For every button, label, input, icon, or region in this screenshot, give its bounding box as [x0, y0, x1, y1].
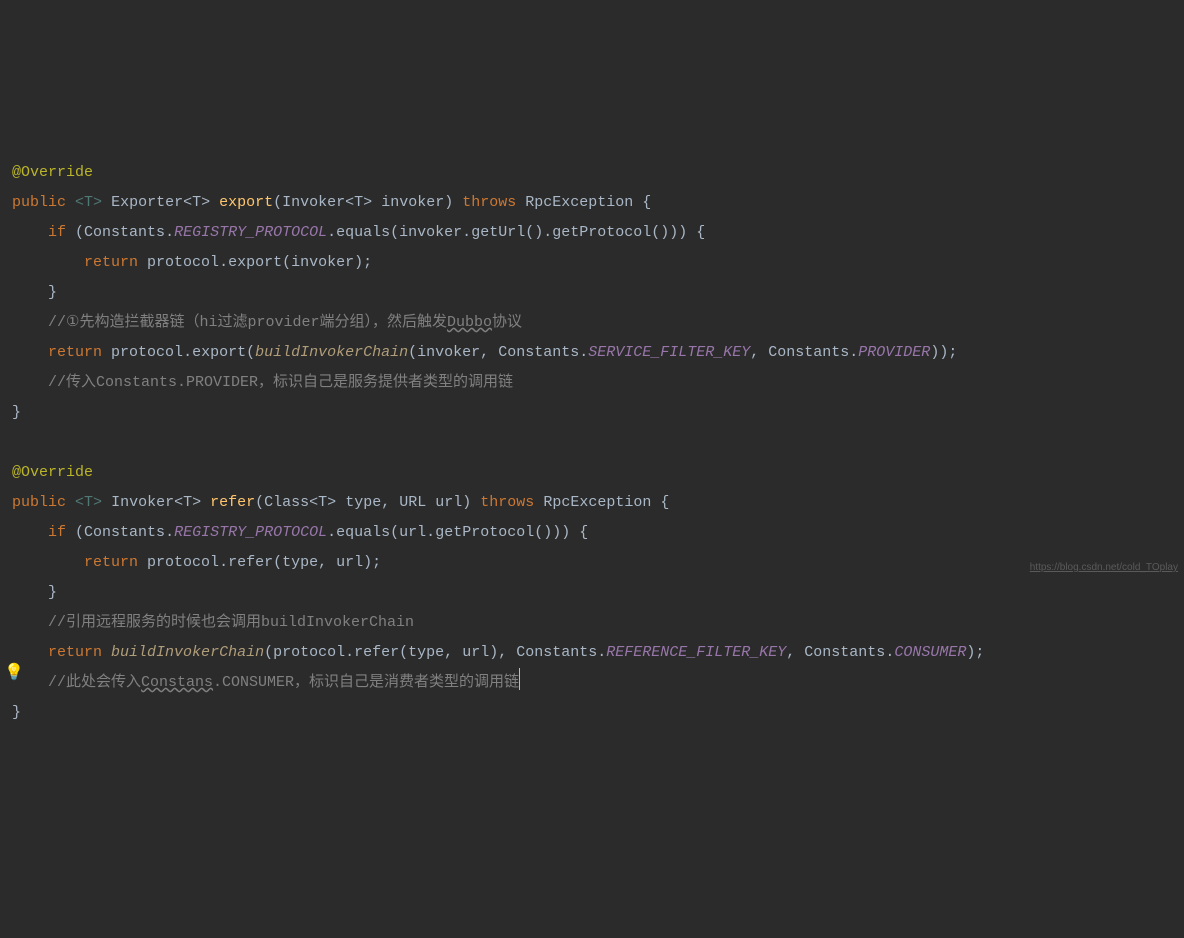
keyword-if: if [48, 224, 66, 241]
generic: <T> [345, 194, 372, 211]
ident: invoker [417, 344, 480, 361]
keyword-return: return [48, 644, 102, 661]
type: URL [399, 494, 426, 511]
spell-warning: Constans [141, 674, 213, 691]
method-name: export [219, 194, 273, 211]
ident: protocol [147, 554, 219, 571]
ident: type [408, 644, 444, 661]
generic: <T> [174, 494, 201, 511]
constant: PROVIDER [858, 344, 930, 361]
ident: url [462, 644, 489, 661]
generic: <T> [309, 494, 336, 511]
method: export [228, 254, 282, 271]
method: getProtocol [552, 224, 651, 241]
class: Constants [84, 524, 165, 541]
watermark: https://blog.csdn.net/cold_TOplay [1030, 553, 1178, 583]
keyword-throws: throws [462, 194, 516, 211]
method-call: buildInvokerChain [111, 644, 264, 661]
annotation: @Override [12, 464, 93, 481]
constant: REFERENCE_FILTER_KEY [606, 644, 786, 661]
comment: //①先构造拦截器链（hi过滤provider端分组），然后触发Dubbo协议 [48, 314, 522, 331]
generic: <T> [75, 494, 102, 511]
ident: protocol [147, 254, 219, 271]
keyword-public: public [12, 494, 66, 511]
class: Constants [804, 644, 885, 661]
generic: <T> [75, 194, 102, 211]
method: export [192, 344, 246, 361]
ident: url [336, 554, 363, 571]
class: Constants [516, 644, 597, 661]
keyword-public: public [12, 194, 66, 211]
type: Exporter [111, 194, 183, 211]
class: Constants [498, 344, 579, 361]
type: Class [264, 494, 309, 511]
keyword-return: return [84, 554, 138, 571]
constant: REGISTRY_PROTOCOL [174, 524, 327, 541]
param: invoker [381, 194, 444, 211]
param: type [345, 494, 381, 511]
ident: type [282, 554, 318, 571]
ident: protocol [273, 644, 345, 661]
method: getUrl [471, 224, 525, 241]
comment: //此处会传入Constans.CONSUMER，标识自己是消费者类型的调用链 [48, 674, 519, 691]
comment: //引用远程服务的时候也会调用buildInvokerChain [48, 614, 414, 631]
ident: invoker [291, 254, 354, 271]
generic: <T> [183, 194, 210, 211]
ident: protocol [111, 344, 183, 361]
ident: invoker [399, 224, 462, 241]
comment: //传入Constants.PROVIDER，标识自己是服务提供者类型的调用链 [48, 374, 513, 391]
keyword-throws: throws [480, 494, 534, 511]
class: Constants [84, 224, 165, 241]
type: RpcException [543, 494, 651, 511]
method-name: refer [210, 494, 255, 511]
class: Constants [768, 344, 849, 361]
annotation: @Override [12, 164, 93, 181]
keyword-return: return [48, 344, 102, 361]
constant: SERVICE_FILTER_KEY [588, 344, 750, 361]
constant: REGISTRY_PROTOCOL [174, 224, 327, 241]
text-cursor [519, 668, 520, 690]
method-call: buildInvokerChain [255, 344, 408, 361]
spell-warning: Dubbo [447, 314, 492, 331]
type: Invoker [111, 494, 174, 511]
method: refer [228, 554, 273, 571]
intention-bulb-icon[interactable]: 💡 [4, 658, 24, 688]
keyword-return: return [84, 254, 138, 271]
keyword-if: if [48, 524, 66, 541]
constant: CONSUMER [894, 644, 966, 661]
method: getProtocol [435, 524, 534, 541]
code-editor[interactable]: 💡@Override public <T> Exporter<T> export… [12, 128, 1172, 728]
type: RpcException [525, 194, 633, 211]
method: refer [354, 644, 399, 661]
method: equals [336, 524, 390, 541]
method: equals [336, 224, 390, 241]
param: url [435, 494, 462, 511]
ident: url [399, 524, 426, 541]
type: Invoker [282, 194, 345, 211]
